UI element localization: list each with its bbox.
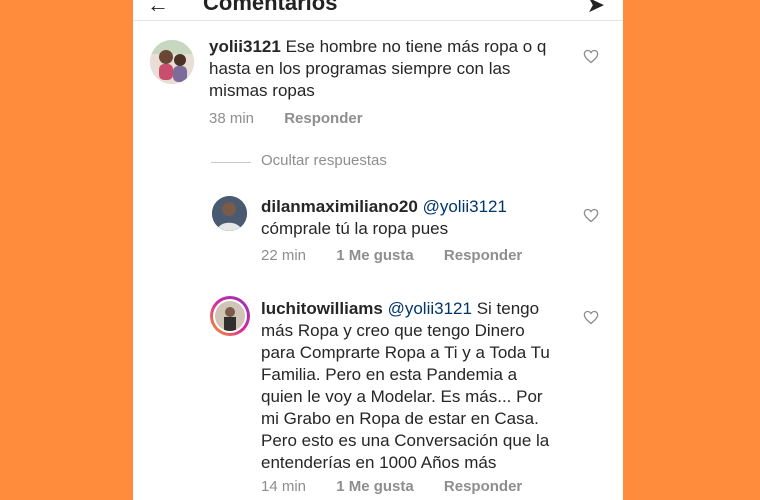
reply-button[interactable]: Responder xyxy=(284,110,362,127)
likes-count[interactable]: 1 Me gusta xyxy=(336,247,414,264)
heart-icon[interactable] xyxy=(583,310,599,325)
mention-link[interactable]: @yolii3121 xyxy=(388,299,472,318)
reply-meta: 22 min 1 Me gusta Responder xyxy=(261,247,548,264)
comment-username[interactable]: yolii3121 xyxy=(209,37,281,56)
reply-text: luchitowilliams @yolii3121 Si tengo más … xyxy=(261,298,561,474)
reply-body: Si tengo más Ropa y creo que tengo Diner… xyxy=(261,299,550,472)
reply-button[interactable]: Responder xyxy=(444,478,522,495)
hide-replies-button[interactable]: Ocultar respuestas xyxy=(261,152,387,169)
heart-icon[interactable] xyxy=(583,49,599,64)
avatar[interactable] xyxy=(150,40,194,84)
reply-meta: 14 min 1 Me gusta Responder xyxy=(261,478,548,495)
comment-text: yolii3121 Ese hombre no tiene más ropa o… xyxy=(209,36,554,102)
reply-username[interactable]: luchitowilliams xyxy=(261,299,383,318)
mention-link[interactable]: @yolii3121 xyxy=(423,197,507,216)
send-icon[interactable]: ➤ xyxy=(587,0,605,18)
comments-screen: ← Comentarios ➤ yolii3121 Ese hombre no … xyxy=(133,0,623,500)
comment-meta: 38 min Responder xyxy=(209,110,389,127)
top-bar: ← Comentarios ➤ xyxy=(133,0,623,21)
reply-body: cómprale tú la ropa pues xyxy=(261,219,449,238)
reply-username[interactable]: dilanmaximiliano20 xyxy=(261,197,418,216)
reply-button[interactable]: Responder xyxy=(444,247,522,264)
divider-line xyxy=(211,162,251,163)
avatar[interactable] xyxy=(210,296,250,336)
reply-time: 14 min xyxy=(261,478,307,495)
reply-time: 22 min xyxy=(261,247,307,264)
likes-count[interactable]: 1 Me gusta xyxy=(336,478,414,495)
avatar[interactable] xyxy=(212,196,247,231)
reply-text: dilanmaximiliano20 @yolii3121 cómprale t… xyxy=(261,196,561,240)
comment-time: 38 min xyxy=(209,110,255,127)
page-title: Comentarios xyxy=(203,0,338,15)
heart-icon[interactable] xyxy=(583,208,599,223)
back-arrow-icon[interactable]: ← xyxy=(147,0,169,18)
